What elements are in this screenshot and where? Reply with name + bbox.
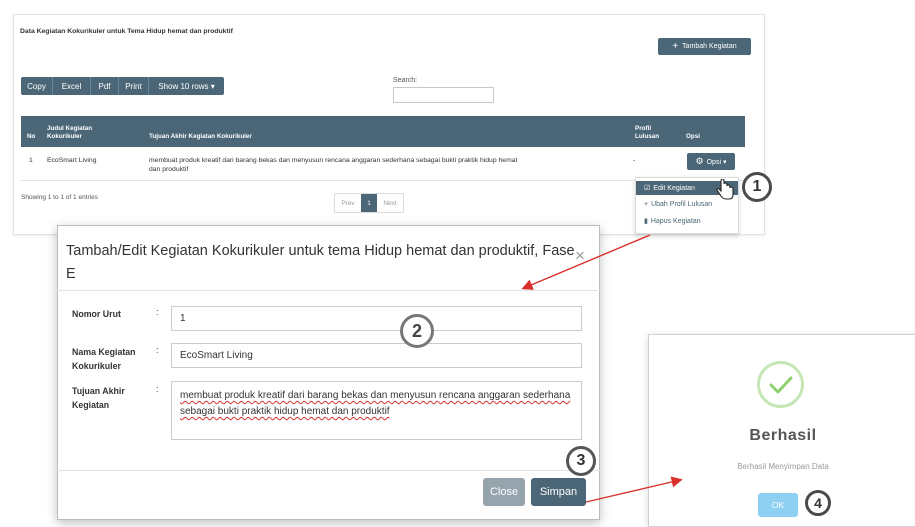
modal-title: Tambah/Edit Kegiatan Kokurikuler untuk t… bbox=[66, 243, 575, 282]
step-badge-2: 2 bbox=[400, 314, 434, 348]
menu-item-ubah-label: Ubah Profil Lulusan bbox=[651, 200, 713, 208]
nomor-urut-label: Nomor Urut bbox=[72, 309, 121, 319]
hand-cursor-icon bbox=[716, 179, 734, 200]
table-row: 1 EcoSmart Living membuat produk kreatif… bbox=[21, 147, 745, 181]
edit-icon: ☑ bbox=[644, 185, 651, 192]
step-badge-1: 1 bbox=[742, 172, 772, 202]
show-rows-select[interactable]: Show 10 rows ▾ bbox=[149, 77, 224, 95]
prev-page-button[interactable]: Prev bbox=[335, 194, 361, 212]
panel-title: Data Kegiatan Kokurikuler untuk Tema Hid… bbox=[20, 28, 233, 35]
plus-icon: + bbox=[644, 200, 649, 208]
step-badge-4: 4 bbox=[805, 490, 831, 516]
tujuan-akhir-label-line1: Tujuan Akhir bbox=[72, 386, 125, 396]
trash-icon: ▮ bbox=[644, 218, 648, 225]
header-tujuan: Tujuan Akhir Kegiatan Kokurikuler bbox=[149, 133, 252, 141]
close-icon[interactable]: × bbox=[575, 246, 585, 266]
search-label: Search: bbox=[393, 77, 418, 84]
excel-button[interactable]: Excel bbox=[53, 77, 91, 95]
cell-profil: - bbox=[633, 157, 636, 164]
header-judul-line1: Judul Kegiatan bbox=[47, 125, 93, 133]
step-badge-3: 3 bbox=[566, 446, 596, 476]
tambah-kegiatan-label: Tambah Kegiatan bbox=[682, 43, 737, 50]
header-judul: Judul Kegiatan Kokurikuler bbox=[47, 125, 92, 141]
current-page-button[interactable]: 1 bbox=[361, 194, 377, 212]
tambah-kegiatan-button[interactable]: + Tambah Kegiatan bbox=[658, 38, 751, 55]
export-toolbar: Copy Excel Pdf Print Show 10 rows ▾ bbox=[21, 77, 224, 95]
modal-footer-divider bbox=[57, 470, 600, 471]
header-opsi: Opsi bbox=[686, 133, 700, 141]
cell-no: 1 bbox=[29, 157, 33, 164]
nama-kegiatan-input[interactable]: EcoSmart Living bbox=[171, 343, 582, 368]
header-profil-line1: Profil bbox=[635, 125, 652, 133]
menu-item-edit-label: Edit Kegiatan bbox=[653, 184, 695, 192]
tujuan-akhir-label: Tujuan Akhir Kegiatan bbox=[72, 384, 125, 412]
pdf-button[interactable]: Pdf bbox=[91, 77, 119, 95]
success-message: Berhasil Menyimpan Data bbox=[737, 462, 829, 471]
nama-kegiatan-label: Nama Kegiatan Kokurikuler bbox=[72, 345, 136, 373]
nomor-urut-input[interactable]: 1 bbox=[171, 306, 582, 331]
colon-separator: : bbox=[156, 307, 159, 317]
menu-item-hapus-label: Hapus Kegiatan bbox=[650, 217, 701, 225]
plus-icon: + bbox=[672, 40, 679, 52]
cell-judul: EcoSmart Living bbox=[47, 157, 97, 164]
gear-icon: ⚙ bbox=[695, 156, 704, 166]
nama-kegiatan-label-line1: Nama Kegiatan bbox=[72, 347, 136, 357]
modal-divider bbox=[57, 290, 600, 291]
pagination: Prev 1 Next bbox=[334, 193, 404, 213]
opsi-label: Opsi ▾ bbox=[706, 158, 727, 166]
opsi-button[interactable]: ⚙ Opsi ▾ bbox=[687, 153, 735, 170]
tujuan-akhir-textarea[interactable]: membuat produk kreatif dari barang bekas… bbox=[171, 381, 582, 440]
table-header: No Judul Kegiatan Kokurikuler Tujuan Akh… bbox=[21, 116, 745, 147]
search-input[interactable] bbox=[393, 87, 494, 103]
colon-separator: : bbox=[156, 345, 159, 355]
cell-tujuan: membuat produk kreatif dari barang bekas… bbox=[149, 156, 629, 174]
header-profil-line2: Lulusan bbox=[635, 133, 660, 141]
nama-kegiatan-label-line2: Kokurikuler bbox=[72, 361, 121, 371]
copy-button[interactable]: Copy bbox=[21, 77, 53, 95]
next-page-button[interactable]: Next bbox=[377, 194, 403, 212]
header-judul-line2: Kokurikuler bbox=[47, 133, 82, 141]
cell-tujuan-line1: membuat produk kreatif dari barang bekas… bbox=[149, 157, 518, 164]
colon-separator: : bbox=[156, 384, 159, 394]
tujuan-akhir-label-line2: Kegiatan bbox=[72, 400, 110, 410]
tujuan-akhir-text: membuat produk kreatif dari barang bekas… bbox=[180, 390, 571, 417]
success-title: Berhasil bbox=[749, 427, 817, 444]
simpan-button[interactable]: Simpan bbox=[531, 478, 586, 506]
cell-tujuan-line2: dan produktif bbox=[149, 166, 189, 174]
ok-button[interactable]: OK bbox=[758, 493, 798, 517]
print-button[interactable]: Print bbox=[119, 77, 149, 95]
header-no: No bbox=[27, 133, 36, 141]
header-profil: Profil Lulusan bbox=[635, 125, 659, 141]
checkmark-icon bbox=[769, 376, 793, 394]
menu-item-hapus-kegiatan[interactable]: ▮ Hapus Kegiatan bbox=[636, 214, 738, 228]
entries-info: Showing 1 to 1 of 1 entries bbox=[21, 194, 98, 201]
close-button[interactable]: Close bbox=[483, 478, 525, 506]
